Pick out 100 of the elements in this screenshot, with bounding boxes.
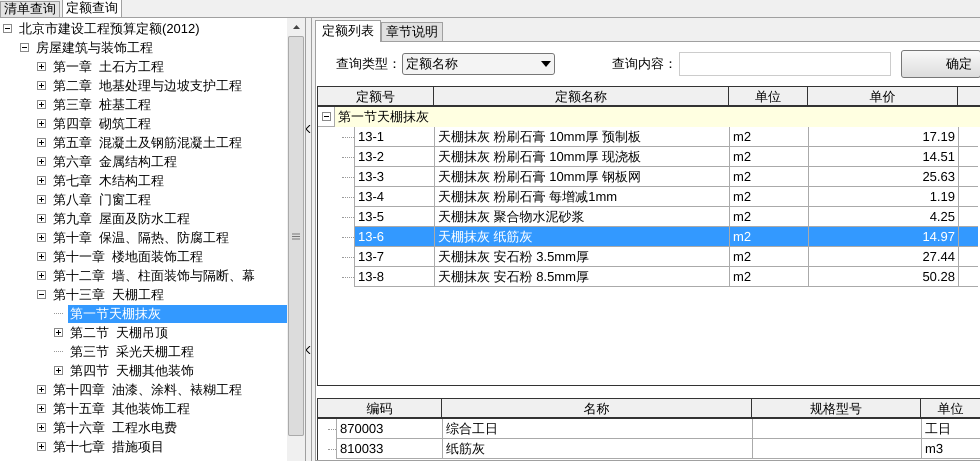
- expand-icon[interactable]: [37, 195, 46, 204]
- table-cell: 14.97: [808, 227, 958, 246]
- table-row[interactable]: 13-8 天棚抹灰 安石粉 8.5mm厚 m2 50.28: [354, 267, 978, 287]
- tab[interactable]: 定额列表: [315, 20, 381, 42]
- tree-item[interactable]: 第四节 天棚其他装饰: [68, 362, 196, 380]
- tree-item[interactable]: 第一章 土石方工程: [51, 58, 166, 76]
- table-row[interactable]: 13-2 天棚抹灰 粉刷石膏 10mm厚 现浇板 m2 14.51: [354, 147, 978, 167]
- expand-icon[interactable]: [37, 176, 46, 185]
- tree-item[interactable]: 第二章 地基处理与边坡支护工程: [51, 76, 244, 94]
- column-header[interactable]: 编码: [318, 399, 442, 417]
- collapse-icon[interactable]: [3, 24, 12, 33]
- table-cell: 天棚抹灰 粉刷石膏 10mm厚 钢板网: [434, 167, 729, 186]
- table-cell: m2: [729, 267, 808, 286]
- tree-item[interactable]: 第五章 混凝土及钢筋混凝土工程: [51, 134, 244, 152]
- tree-item[interactable]: 第八章 门窗工程: [51, 190, 154, 208]
- table-cell: 13-8: [354, 267, 434, 286]
- table-cell: 工日: [921, 419, 980, 439]
- confirm-button[interactable]: 确定: [901, 50, 980, 78]
- expand-icon[interactable]: [37, 119, 46, 128]
- table-cell: m2: [729, 167, 808, 186]
- expand-icon[interactable]: [54, 328, 63, 337]
- table-cell: 810033: [336, 439, 442, 459]
- tree-item[interactable]: 第九章 屋面及防水工程: [51, 210, 192, 228]
- tree-item[interactable]: 北京市建设工程预算定额(2012): [17, 20, 202, 38]
- table-row[interactable]: 13-1 天棚抹灰 粉刷石膏 10mm厚 预制板 m2 17.19: [354, 127, 978, 147]
- table-cell: 13-2: [354, 147, 434, 166]
- expand-icon[interactable]: [37, 423, 46, 432]
- tree-item[interactable]: 第十三章 天棚工程: [51, 286, 166, 304]
- expand-icon[interactable]: [54, 366, 63, 375]
- table-row[interactable]: 13-7 天棚抹灰 安石粉 3.5mm厚 m2 27.44: [354, 247, 978, 267]
- table-cell: 天棚抹灰 安石粉 8.5mm厚: [434, 267, 729, 286]
- tree-item[interactable]: 第三章 桩基工程: [51, 96, 154, 114]
- table-cell: m2: [729, 187, 808, 206]
- expand-icon[interactable]: [37, 214, 46, 223]
- table-cell: 14.51: [808, 147, 958, 166]
- query-type-dropdown[interactable]: 定额名称: [402, 53, 555, 75]
- table-cell: 27.44: [808, 247, 958, 266]
- expand-icon[interactable]: [37, 157, 46, 166]
- column-header[interactable]: 定额名称: [434, 87, 729, 105]
- collapse-icon[interactable]: [322, 112, 330, 121]
- column-header[interactable]: 规格型号: [752, 399, 921, 417]
- expand-icon[interactable]: [37, 81, 46, 90]
- table-cell: 天棚抹灰 粉刷石膏 10mm厚 预制板: [434, 127, 729, 146]
- tab[interactable]: 章节说明: [381, 22, 443, 41]
- tree-item[interactable]: 房屋建筑与装饰工程: [34, 38, 155, 56]
- group-row-label[interactable]: 第一节天棚抹灰: [334, 106, 980, 126]
- tree-item[interactable]: 第十五章 其他装饰工程: [51, 400, 192, 418]
- table-cell: 13-7: [354, 247, 434, 266]
- column-header[interactable]: 单位: [729, 87, 808, 105]
- expand-icon[interactable]: [37, 271, 46, 280]
- table-cell: 天棚抹灰 粉刷石膏 10mm厚 现浇板: [434, 147, 729, 166]
- table-cell: 25.63: [808, 167, 958, 186]
- table-cell: 13-3: [354, 167, 434, 186]
- tree-item[interactable]: 第十六章 工程水电费: [51, 418, 180, 436]
- dropdown-arrow-icon: [541, 61, 551, 67]
- tree-item[interactable]: 第七章 木结构工程: [51, 172, 166, 190]
- table-cell: m2: [729, 247, 808, 266]
- table-cell: m2: [729, 147, 808, 166]
- tree-item[interactable]: 第二节 天棚吊顶: [68, 324, 170, 342]
- tree-item[interactable]: 第十七章 措施项目: [51, 438, 166, 456]
- tab[interactable]: 定额查询: [62, 0, 122, 17]
- expand-icon[interactable]: [37, 233, 46, 242]
- scrollbar[interactable]: [287, 18, 305, 461]
- tab[interactable]: 清单查询: [0, 1, 60, 17]
- collapse-icon[interactable]: [37, 290, 46, 299]
- expand-icon[interactable]: [37, 100, 46, 109]
- tree-item[interactable]: 第三节 采光天棚工程: [68, 342, 196, 360]
- tree-item[interactable]: 第六章 金属结构工程: [51, 152, 180, 170]
- expand-icon[interactable]: [37, 385, 46, 394]
- table-cell: 13-4: [354, 187, 434, 206]
- table-cell: 870003: [336, 419, 442, 439]
- table-cell: m2: [729, 127, 808, 146]
- column-header[interactable]: 单价: [808, 87, 958, 105]
- table-row[interactable]: 13-3 天棚抹灰 粉刷石膏 10mm厚 钢板网 m2 25.63: [354, 167, 978, 187]
- column-header[interactable]: 名称: [442, 399, 752, 417]
- table-cell: 1.19: [808, 187, 958, 206]
- table-cell: 综合工日: [442, 419, 752, 439]
- tree-item[interactable]: 第四章 砌筑工程: [51, 114, 154, 132]
- tree-item[interactable]: 第十章 保温、隔热、防腐工程: [51, 228, 232, 246]
- expand-icon[interactable]: [37, 404, 46, 413]
- tree-item[interactable]: 第十二章 墙、柱面装饰与隔断、幕: [51, 266, 258, 284]
- column-header[interactable]: 单位: [921, 399, 980, 417]
- tree-item[interactable]: 第十四章 油漆、涂料、裱糊工程: [51, 380, 244, 398]
- table-cell: 天棚抹灰 聚合物水泥砂浆: [434, 207, 729, 226]
- table-cell: 13-6: [354, 227, 434, 246]
- table-cell: m3: [921, 439, 980, 459]
- scroll-thumb[interactable]: [288, 36, 304, 436]
- column-header[interactable]: 定额号: [318, 87, 434, 105]
- collapse-icon[interactable]: [20, 43, 29, 52]
- table-cell: 天棚抹灰 安石粉 3.5mm厚: [434, 247, 729, 266]
- table-row[interactable]: 13-4 天棚抹灰 粉刷石膏 每增减1mm m2 1.19: [354, 187, 978, 207]
- expand-icon[interactable]: [37, 442, 46, 451]
- table-cell: m2: [729, 227, 808, 246]
- expand-icon[interactable]: [37, 138, 46, 147]
- expand-icon[interactable]: [37, 252, 46, 261]
- table-cell: 4.25: [808, 207, 958, 226]
- tree-item[interactable]: 第十一章 楼地面装饰工程: [51, 248, 206, 266]
- expand-icon[interactable]: [37, 62, 46, 71]
- query-content-field[interactable]: [679, 52, 891, 76]
- query-type-label: 查询类型：: [336, 55, 401, 74]
